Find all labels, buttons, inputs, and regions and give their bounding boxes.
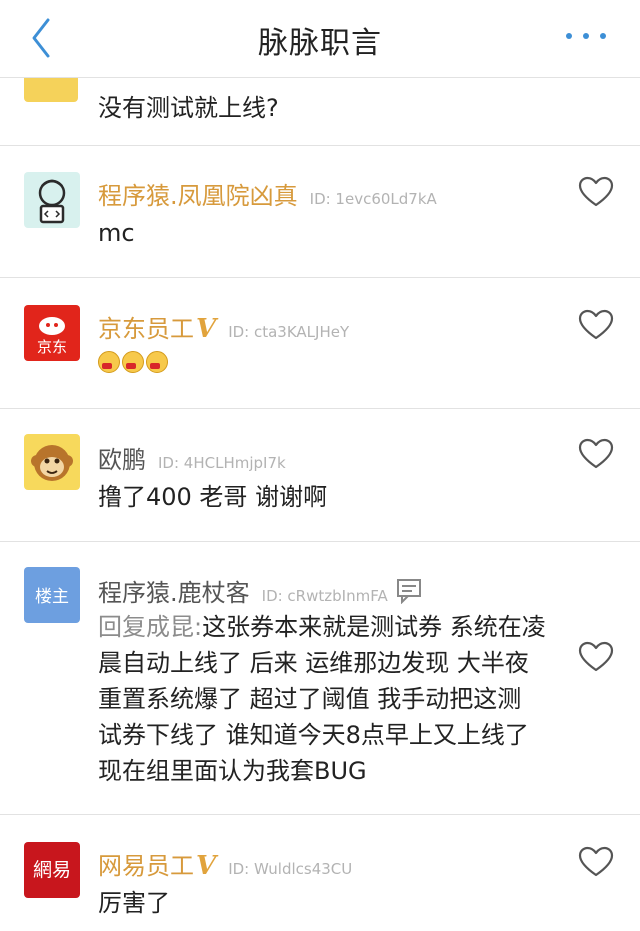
avatar-label: 網易	[32, 859, 71, 881]
money-eyes-emoji-icon	[122, 351, 144, 373]
user-id: ID: 4HCLHmjpI7k	[158, 454, 286, 472]
avatar-label: 京东	[36, 338, 67, 356]
comment-text: mc	[98, 219, 135, 247]
comment-line: 试券下线了 谁知道今天8点早上又上线了	[98, 721, 529, 749]
comment-item: 楼主 程序猿.鹿杖客 ID: cRwtzbInmFA 回复成昆:这张券本来就是测…	[0, 543, 640, 815]
more-dot-icon	[600, 33, 606, 39]
verified-badge: V	[196, 851, 217, 881]
verified-badge: V	[196, 314, 217, 344]
comment-header: 程序猿.鹿杖客 ID: cRwtzbInmFA	[98, 573, 424, 608]
like-heart-icon[interactable]	[578, 176, 614, 208]
comment-item: 網易 网易员工 V ID: Wuldlcs43CU 厉害了	[0, 816, 640, 931]
comment-line: 现在组里面认为我套BUG	[98, 757, 367, 785]
comment-header: 欧鹏 ID: 4HCLHmjpI7k	[98, 440, 286, 475]
host-label: 楼主	[35, 587, 69, 607]
avatar[interactable]	[24, 78, 78, 102]
avatar[interactable]	[24, 172, 80, 228]
like-heart-icon[interactable]	[578, 309, 614, 341]
user-name[interactable]: 网易员工	[98, 846, 194, 881]
comment-text: 撸了400 老哥 谢谢啊	[98, 483, 328, 511]
like-heart-icon[interactable]	[578, 641, 614, 673]
monkey-avatar-icon	[31, 445, 73, 481]
more-dot-icon	[583, 33, 589, 39]
more-dot-icon	[566, 33, 572, 39]
comment-line: 回复成昆:这张券本来就是测试券 系统在凌	[98, 613, 546, 641]
user-name[interactable]: 程序猿.鹿杖客	[98, 573, 250, 608]
page-title: 脉脉职言	[258, 26, 382, 61]
like-heart-icon[interactable]	[578, 438, 614, 470]
note-icon[interactable]	[394, 578, 424, 604]
comment-item: 程序猿.凤凰院凶真 ID: 1evc60Ld7kA mc	[0, 146, 640, 278]
programmer-avatar-icon	[38, 179, 66, 224]
comment-header: 程序猿.凤凰院凶真 ID: 1evc60Ld7kA	[98, 176, 437, 211]
comment-text: 厉害了	[98, 889, 170, 917]
comment-line: 重置系统爆了 超过了阈值 我手动把这测	[98, 685, 522, 713]
money-eyes-emoji-icon	[98, 351, 120, 373]
user-id: ID: 1evc60Ld7kA	[309, 190, 437, 208]
avatar[interactable]: 楼主	[24, 567, 80, 623]
top-navigation-bar: 脉脉职言	[0, 0, 640, 78]
comment-item: 京东 京东员工 V ID: cta3KALJHeY	[0, 279, 640, 409]
user-name[interactable]: 程序猿.凤凰院凶真	[98, 176, 298, 211]
comment-text: 没有测试就上线?	[98, 94, 279, 122]
comment-line: 晨自动上线了 后来 运维那边发现 大半夜	[98, 649, 529, 677]
more-options-button[interactable]	[562, 20, 610, 52]
user-name[interactable]: 京东员工	[98, 309, 194, 344]
comment-header: 网易员工 V ID: Wuldlcs43CU	[98, 846, 352, 881]
reply-prefix[interactable]: 回复成昆:	[98, 613, 202, 641]
avatar[interactable]: 京东	[24, 305, 80, 361]
user-id: ID: cRwtzbInmFA	[261, 587, 388, 605]
user-id: ID: Wuldlcs43CU	[228, 860, 353, 878]
comment-item: 欧鹏 ID: 4HCLHmjpI7k 撸了400 老哥 谢谢啊	[0, 410, 640, 542]
user-name[interactable]: 欧鹏	[98, 440, 146, 475]
avatar[interactable]	[24, 434, 80, 490]
like-heart-icon[interactable]	[578, 846, 614, 878]
comment-header: 京东员工 V ID: cta3KALJHeY	[98, 309, 349, 344]
user-id: ID: cta3KALJHeY	[228, 323, 350, 341]
avatar[interactable]: 網易	[24, 842, 80, 898]
comment-text: 回复成昆:这张券本来就是测试券 系统在凌 晨自动上线了 后来 运维那边发现 大半…	[98, 609, 568, 789]
emoji-row	[98, 351, 170, 373]
comment-item-partial: 没有测试就上线?	[0, 78, 640, 146]
money-eyes-emoji-icon	[146, 351, 168, 373]
